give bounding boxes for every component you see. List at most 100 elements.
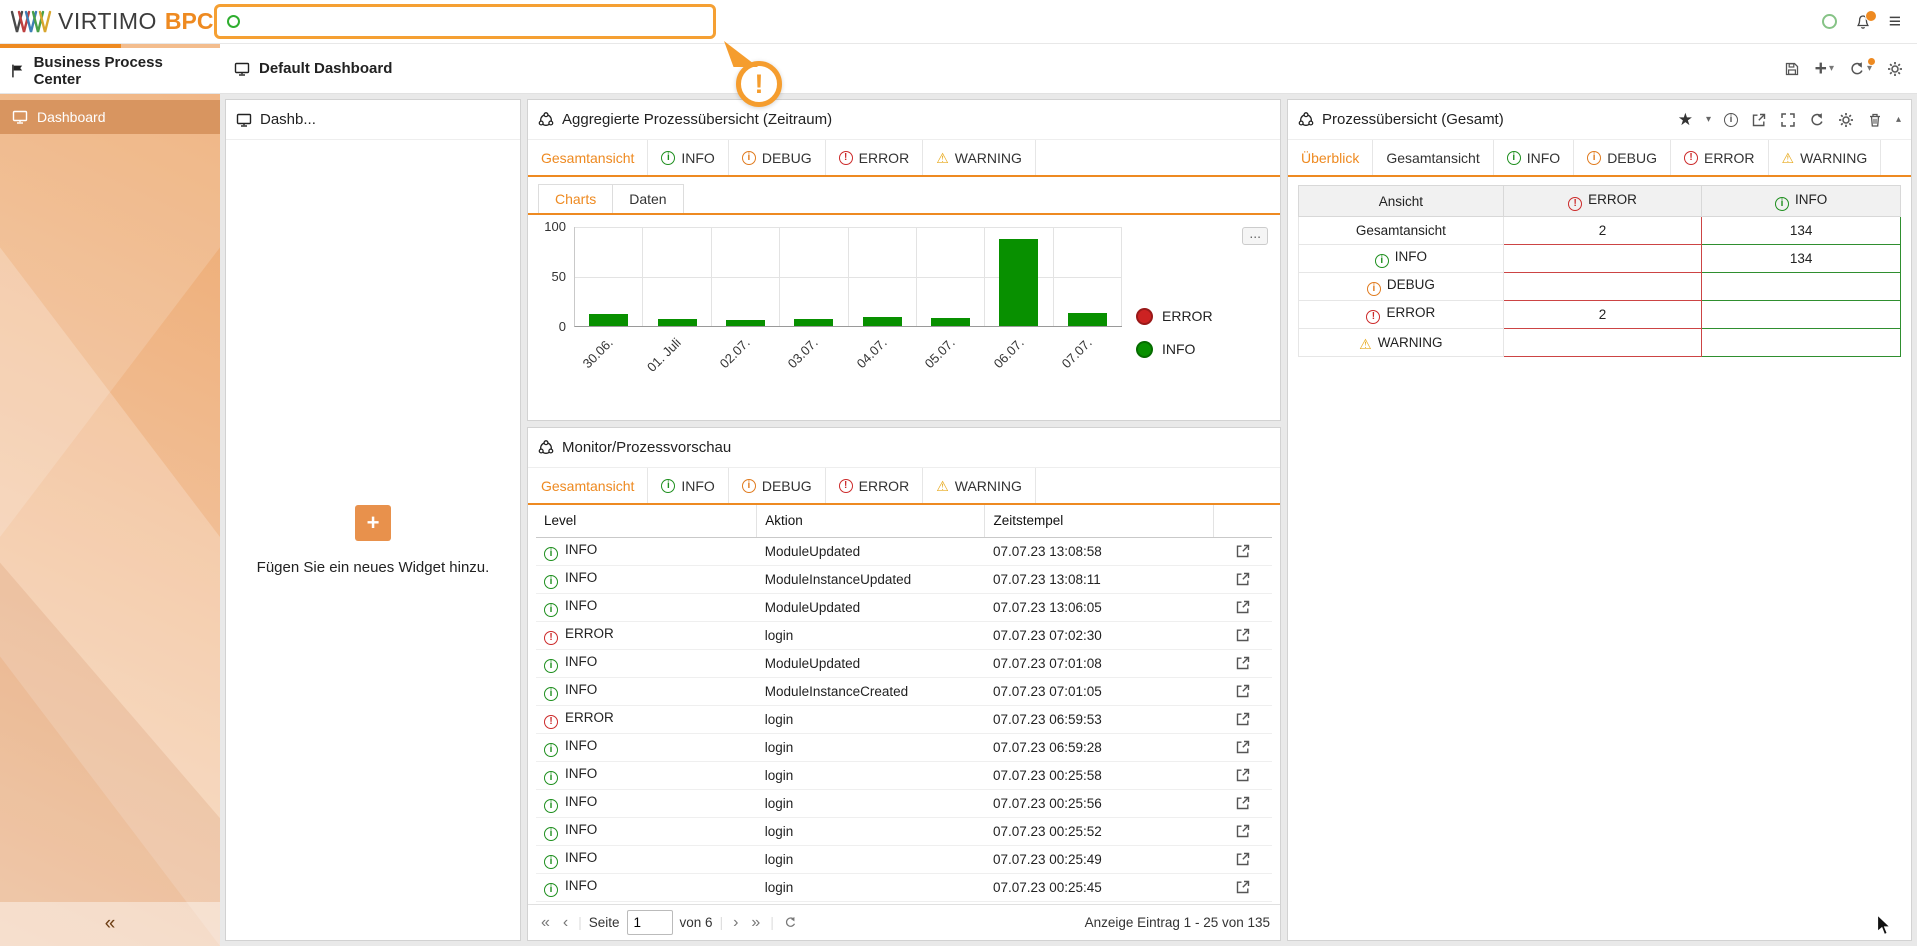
next-page-icon[interactable]: › [730,915,741,931]
open-entry-icon[interactable] [1235,711,1251,726]
open-entry-icon[interactable] [1235,543,1251,558]
tab-warning[interactable]: ⚠WARNING [1769,140,1882,175]
open-entry-icon[interactable] [1235,655,1251,670]
sidebar-item-dashboard[interactable]: Dashboard [0,100,220,134]
first-page-icon[interactable]: « [538,915,553,931]
chart-bar-info[interactable] [658,319,697,326]
sidebar-collapse-button[interactable]: « [0,902,220,946]
open-entry-icon[interactable] [1235,767,1251,782]
menu-icon[interactable]: ≡ [1889,10,1901,34]
collapse-panel-icon[interactable]: ▴ [1896,114,1901,125]
info-icon: i [661,151,675,165]
chart-bar-info[interactable] [863,317,902,326]
monitor-row[interactable]: iINFOlogin07.07.23 00:25:45 [536,873,1272,901]
tab-info[interactable]: iINFO [648,468,728,503]
dashboard-settings-icon[interactable] [1887,61,1903,77]
chart-bar-info[interactable] [999,239,1038,326]
monitor-row[interactable]: iINFOlogin07.07.23 00:25:56 [536,789,1272,817]
refresh-icon[interactable] [1809,112,1825,128]
monitor-row[interactable]: iINFOlogin07.07.23 06:59:28 [536,733,1272,761]
monitor-row[interactable]: iINFOModuleUpdated07.07.23 13:08:58 [536,537,1272,565]
tab-gesamtansicht[interactable]: Gesamtansicht [528,468,648,503]
tab-error[interactable]: !ERROR [826,140,924,175]
favorite-icon[interactable]: ★ [1678,111,1693,128]
add-widget-button[interactable]: +▾ [1815,58,1834,79]
monitor-row[interactable]: iINFOModuleUpdated07.07.23 07:01:08 [536,649,1272,677]
monitor-row[interactable]: iINFOlogin07.07.23 00:25:58 [536,761,1272,789]
overview-row[interactable]: !ERROR2 [1299,301,1901,329]
open-entry-icon[interactable] [1235,683,1251,698]
subtab-daten[interactable]: Daten [613,184,683,213]
open-entry-icon[interactable] [1235,823,1251,838]
overview-row[interactable]: Gesamtansicht2134 [1299,217,1901,245]
tab-warning[interactable]: ⚠WARNING [923,468,1036,503]
monitor-row[interactable]: iINFOModuleUpdated07.07.23 13:06:05 [536,593,1272,621]
info-icon[interactable]: i [1724,113,1738,127]
chart-bar-info[interactable] [1068,313,1107,326]
topbar-actions: ≡ [1822,10,1917,34]
chart-bar-info[interactable] [726,320,765,326]
open-entry-icon[interactable] [1235,879,1251,894]
overview-row[interactable]: iINFO134 [1299,245,1901,273]
monitor-row[interactable]: iINFOModuleInstanceCreated07.07.23 07:01… [536,677,1272,705]
tab-debug[interactable]: iDEBUG [1574,140,1671,175]
page-input[interactable] [627,910,673,935]
column-header-level[interactable]: Level [536,505,757,537]
save-dashboard-icon[interactable] [1784,61,1800,77]
open-entry-icon[interactable] [1235,599,1251,614]
divider: | [578,915,582,930]
previous-page-icon[interactable]: ‹ [560,915,571,931]
status-icon[interactable] [1822,14,1837,29]
tab-gesamtansicht[interactable]: Gesamtansicht [528,140,648,175]
monitor-row[interactable]: iINFOlogin07.07.23 00:25:49 [536,845,1272,873]
open-entry-icon[interactable] [1235,851,1251,866]
open-entry-icon[interactable] [1235,795,1251,810]
column-header-zeitstempel[interactable]: Zeitstempel [985,505,1213,537]
column-header-error: !ERROR [1503,186,1702,217]
chart-x-label: 30.06. [574,327,643,393]
legend-item-error[interactable]: ERROR [1136,308,1268,325]
monitor-row[interactable]: !ERRORlogin07.07.23 06:59:53 [536,705,1272,733]
tab-debug[interactable]: iDEBUG [729,140,826,175]
logo-text: VIRTIMO [58,8,157,35]
monitor-row[interactable]: iINFOModuleInstanceUpdated07.07.23 13:08… [536,565,1272,593]
legend-item-info[interactable]: INFO [1136,341,1268,358]
notifications-button[interactable] [1855,14,1871,30]
chart-bar-info[interactable] [794,319,833,326]
open-window-icon[interactable] [1751,112,1767,128]
overview-tabs: Überblick Gesamtansicht iINFO iDEBUG !ER… [1288,140,1911,177]
refresh-table-icon[interactable] [781,915,800,931]
delete-icon[interactable] [1867,112,1883,128]
open-entry-icon[interactable] [1235,627,1251,642]
add-widget-button[interactable]: + [355,505,391,541]
tab-ueberblick[interactable]: Überblick [1288,140,1373,175]
last-page-icon[interactable]: » [748,915,763,931]
global-search[interactable] [214,4,716,39]
tab-gesamtansicht[interactable]: Gesamtansicht [1373,140,1493,175]
monitor-row[interactable]: !ERRORlogin07.07.23 07:02:30 [536,621,1272,649]
overview-row[interactable]: iDEBUG [1299,273,1901,301]
chart-xlabels: 30.06.01. Juli02.07.03.07.04.07.05.07.06… [574,327,1122,393]
subtab-charts[interactable]: Charts [538,184,613,213]
open-entry-icon[interactable] [1235,571,1251,586]
chart-bar-info[interactable] [589,314,628,326]
chevron-down-icon[interactable]: ▾ [1706,114,1711,125]
column-header-aktion[interactable]: Aktion [757,505,985,537]
tab-error[interactable]: !ERROR [1671,140,1769,175]
tab-warning[interactable]: ⚠WARNING [923,140,1036,175]
overview-row[interactable]: ⚠WARNING [1299,329,1901,357]
open-entry-icon[interactable] [1235,739,1251,754]
pagination-bar: « ‹ | Seite von 6 | › » | Anzeige Eintra… [528,904,1280,940]
tab-error[interactable]: !ERROR [826,468,924,503]
chart-menu-button[interactable]: ... [1242,227,1268,245]
tab-info[interactable]: iINFO [648,140,728,175]
refresh-dashboard-button[interactable]: ▾ [1849,61,1872,77]
tab-info[interactable]: iINFO [1494,140,1574,175]
expand-icon[interactable] [1780,112,1796,128]
monitor-row[interactable]: iINFOlogin07.07.23 00:25:52 [536,817,1272,845]
search-input[interactable] [248,10,703,34]
tab-debug[interactable]: iDEBUG [729,468,826,503]
settings-icon[interactable] [1838,112,1854,128]
notification-badge [1865,10,1877,22]
chart-bar-info[interactable] [931,318,970,326]
